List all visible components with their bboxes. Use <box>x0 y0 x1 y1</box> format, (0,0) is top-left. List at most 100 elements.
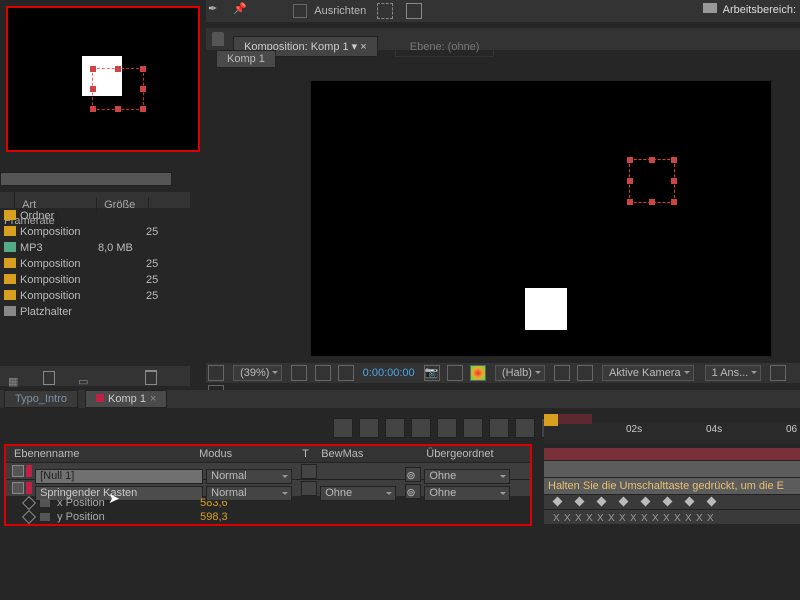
3d-button[interactable] <box>554 365 570 381</box>
tl-icon[interactable] <box>385 418 405 438</box>
tl-icon[interactable] <box>437 418 457 438</box>
new-folder-button[interactable] <box>43 369 59 385</box>
zoom-dropdown[interactable]: (39%) <box>233 365 282 381</box>
delete-button[interactable] <box>145 368 161 384</box>
eye-toggle[interactable] <box>12 482 24 494</box>
stopwatch-icon[interactable] <box>40 513 50 521</box>
pin-tool-icon[interactable]: 📌 <box>233 2 251 20</box>
tl-icon[interactable] <box>489 418 509 438</box>
mask-button[interactable] <box>577 365 593 381</box>
camera-dropdown[interactable]: Aktive Kamera <box>602 365 694 381</box>
selection-outline <box>92 68 144 110</box>
work-area[interactable] <box>552 414 592 424</box>
project-item[interactable]: Komposition25 <box>0 224 180 240</box>
stopwatch-icon[interactable] <box>40 499 50 507</box>
white-layer[interactable] <box>525 288 567 330</box>
col-bewmas[interactable]: BewMas <box>321 446 417 462</box>
project-item[interactable]: Ordner <box>0 208 180 224</box>
prop-label: x Position <box>57 496 197 510</box>
comp-sub-tabs: Komp 1 <box>216 50 276 68</box>
keyframe-nav-icon[interactable] <box>22 510 36 524</box>
comp-icon <box>4 290 16 300</box>
trkmat-dropdown[interactable]: Ohne <box>320 486 396 501</box>
grid-button[interactable] <box>208 365 224 381</box>
property-row[interactable]: y Position 598,3 <box>6 510 530 524</box>
tl-icon[interactable] <box>515 418 535 438</box>
project-item[interactable]: Komposition25 <box>0 256 180 272</box>
channel-button[interactable] <box>447 365 463 381</box>
eye-toggle[interactable] <box>12 465 24 477</box>
project-item[interactable]: Platzhalter <box>0 304 180 320</box>
bpc-button[interactable]: ▦ <box>8 375 24 391</box>
playhead[interactable] <box>544 414 558 426</box>
layer-bar[interactable] <box>544 460 800 477</box>
comp-icon <box>4 274 16 284</box>
col-layername[interactable]: Ebenenname <box>6 446 196 462</box>
comp-icon <box>4 258 16 268</box>
keyframe-lane[interactable] <box>544 494 800 509</box>
comp-tab-bar: Komposition: Komp 1 ▾ × Ebene: (ohne) <box>206 28 800 50</box>
res-button[interactable] <box>291 365 307 381</box>
pickwhip[interactable]: ⊚ <box>405 484 421 499</box>
parent-dropdown[interactable]: Ohne <box>424 469 510 484</box>
opt-button[interactable] <box>770 365 786 381</box>
comp-subtab[interactable]: Komp 1 <box>216 50 276 68</box>
tool-icon[interactable] <box>258 2 276 20</box>
tl-icon[interactable] <box>359 418 379 438</box>
keyframe-nav-icon[interactable] <box>22 496 36 510</box>
transp-button[interactable] <box>338 365 354 381</box>
time-ruler[interactable]: 02s 04s 06 <box>544 422 800 444</box>
layer-row[interactable]: [Null 1] Normal ⊚ Ohne <box>6 462 530 479</box>
timeline-tabs: Typo_Intro Komp 1× <box>0 390 800 408</box>
snap-icon[interactable] <box>377 3 393 19</box>
col-mode[interactable]: Modus <box>199 446 299 462</box>
ruler-tick: 04s <box>706 424 722 435</box>
col-trkmat[interactable]: T <box>302 446 318 462</box>
comp-viewer[interactable] <box>310 80 772 357</box>
label-color[interactable] <box>26 465 32 477</box>
project-item[interactable]: Komposition25 <box>0 272 180 288</box>
project-item[interactable]: MP38,0 MB <box>0 240 180 256</box>
align-label: Ausrichten <box>314 5 366 17</box>
project-item[interactable]: Komposition25 <box>0 288 180 304</box>
quality-dropdown[interactable]: (Halb) <box>495 365 545 381</box>
tl-icon[interactable] <box>333 418 353 438</box>
roi-button[interactable] <box>315 365 331 381</box>
ruler-tick: 02s <box>626 424 642 435</box>
project-list: Ordner Komposition25 MP38,0 MB Kompositi… <box>0 208 180 320</box>
mode-dropdown[interactable]: Normal <box>206 486 292 501</box>
timeline-tab-typo[interactable]: Typo_Intro <box>4 390 78 408</box>
comp-icon <box>4 226 16 236</box>
tl-icon[interactable] <box>411 418 431 438</box>
timeline-tab-komp[interactable]: Komp 1× <box>85 390 167 408</box>
tl-icon[interactable] <box>463 418 483 438</box>
parent-dropdown[interactable]: Ohne <box>424 486 510 501</box>
scrollbar[interactable] <box>0 172 172 186</box>
keyframe-lane[interactable]: XXXXXXXXXXXXXXX <box>544 509 800 524</box>
prop-label: y Position <box>57 510 197 524</box>
prop-value[interactable]: 598,3 <box>200 511 228 523</box>
project-toolbar: ▦ ▭ <box>0 366 190 386</box>
timecode[interactable]: 0:00:00:00 <box>363 367 415 379</box>
null-selection[interactable] <box>629 159 675 203</box>
color-mgmt-icon[interactable] <box>470 365 486 381</box>
timeline-layers-panel: Ebenenname Modus T BewMas Übergeordnet [… <box>4 444 532 526</box>
lock-icon[interactable] <box>212 32 224 46</box>
layer-bar[interactable]: Halten Sie die Umschalttaste gedrückt, u… <box>544 477 800 494</box>
align-checkbox[interactable] <box>293 4 307 18</box>
pen-tool-icon[interactable]: ✒ <box>208 2 226 20</box>
trkmat-box[interactable] <box>301 464 317 479</box>
new-comp-button[interactable]: ▭ <box>78 375 94 391</box>
views-dropdown[interactable]: 1 Ans... <box>705 365 762 381</box>
snapshot-button[interactable]: 📷 <box>424 365 440 381</box>
label-color[interactable] <box>26 482 32 494</box>
viewer-toolbar: (39%) 0:00:00:00 📷 (Halb) Aktive Kamera … <box>206 363 800 383</box>
timeline-tracks[interactable]: Halten Sie die Umschalttaste gedrückt, u… <box>544 448 800 536</box>
trkmat-box[interactable] <box>301 481 317 496</box>
audio-icon <box>4 242 16 252</box>
col-parent[interactable]: Übergeordnet <box>420 446 526 462</box>
snap-icon-2[interactable] <box>406 3 422 19</box>
mode-dropdown[interactable]: Normal <box>206 469 292 484</box>
workspace-label[interactable]: Arbeitsbereich: <box>703 3 796 16</box>
timeline-header: Ebenenname Modus T BewMas Übergeordnet <box>6 446 530 462</box>
